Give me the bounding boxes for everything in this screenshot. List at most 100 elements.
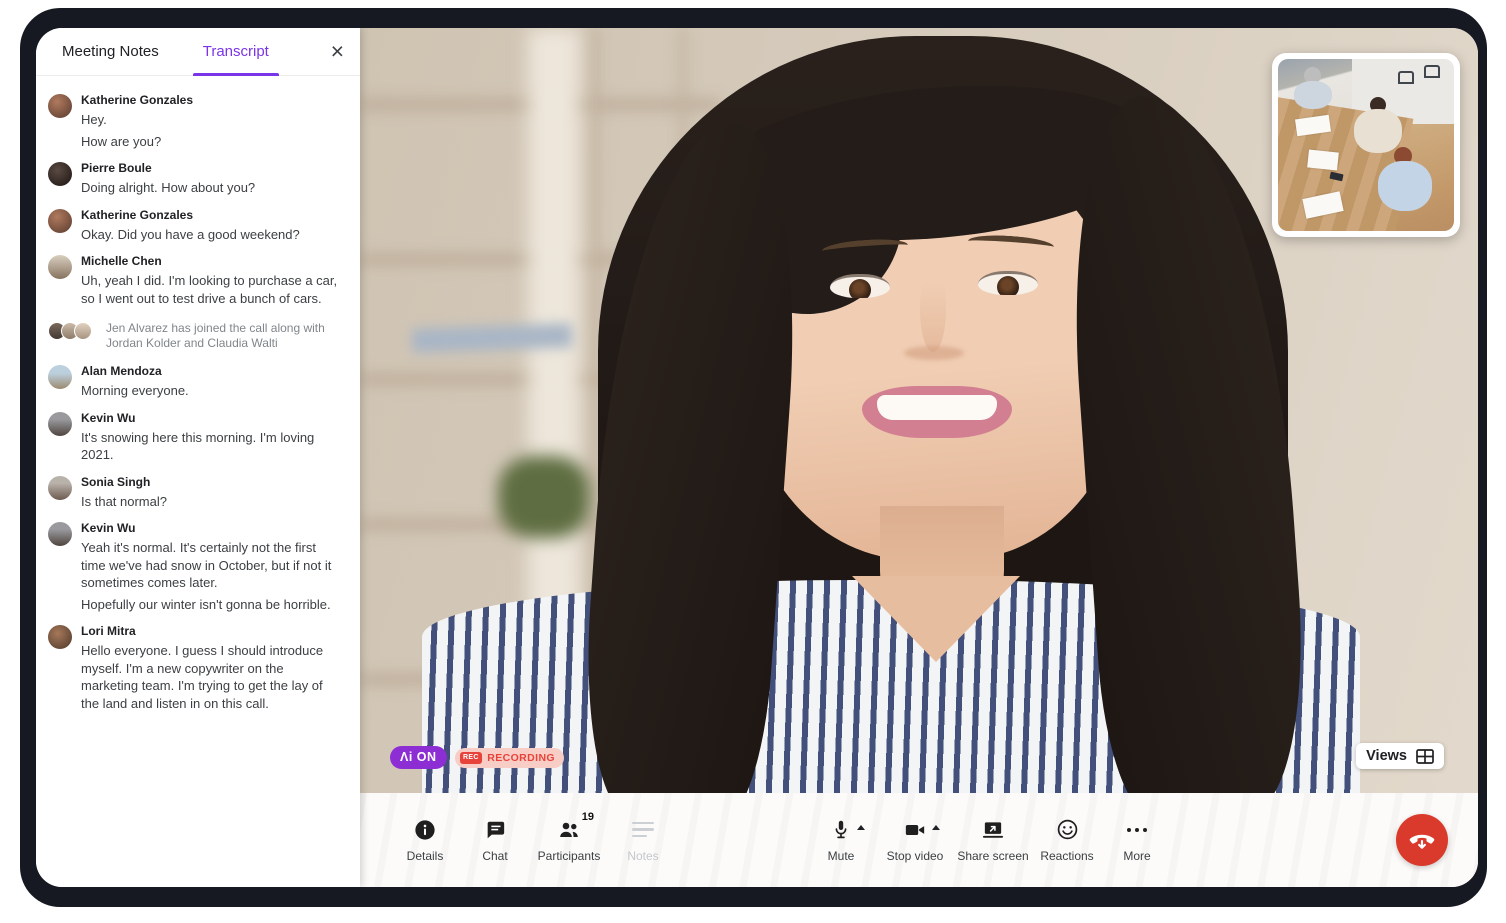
pip-person	[1354, 109, 1402, 153]
avatar	[74, 322, 92, 340]
message-text: Okay. Did you have a good weekend?	[81, 226, 344, 244]
transcript-message: Pierre Boule Doing alright. How about yo…	[36, 152, 360, 199]
transcript-message: Kevin Wu It's snowing here this morning.…	[36, 402, 360, 466]
avatar	[48, 209, 72, 233]
reactions-button[interactable]: Reactions	[1032, 818, 1102, 863]
views-label: Views	[1366, 748, 1407, 764]
message-text: Uh, yeah I did. I'm looking to purchase …	[81, 272, 344, 307]
system-message-text: Jen Alvarez has joined the call along wi…	[106, 321, 344, 351]
background-plant	[498, 456, 590, 538]
notes-icon	[632, 818, 654, 842]
speaker-name: Alan Mendoza	[81, 364, 344, 378]
microphone-icon	[830, 818, 852, 842]
close-icon[interactable]: ×	[331, 40, 344, 63]
transcript-messages[interactable]: Katherine Gonzales Hey. How are you? Pie…	[36, 76, 360, 887]
transcript-message: Lori Mitra Hello everyone. I guess I sho…	[36, 615, 360, 714]
pip-chair	[1398, 71, 1414, 84]
avatar	[48, 522, 72, 546]
transcript-message: Sonia Singh Is that normal?	[36, 466, 360, 513]
speaker-name: Kevin Wu	[81, 411, 344, 425]
speaker-name: Michelle Chen	[81, 254, 344, 268]
transcript-message: Kevin Wu Yeah it's normal. It's certainl…	[36, 512, 360, 615]
speaker-name: Lori Mitra	[81, 624, 344, 638]
meeting-screen: Meeting Notes Transcript × Katherine Gon…	[36, 28, 1478, 887]
pip-person	[1294, 81, 1332, 109]
avatar	[48, 94, 72, 118]
video-options-caret[interactable]	[932, 825, 940, 830]
stop-video-button[interactable]: Stop video	[876, 818, 954, 863]
person-mouth	[862, 386, 1012, 438]
mute-label: Mute	[828, 849, 855, 863]
avatar	[48, 162, 72, 186]
avatar	[48, 365, 72, 389]
call-toolbar: Details Chat 19 Participants	[360, 793, 1478, 887]
details-button[interactable]: Details	[390, 818, 460, 863]
pip-chair	[1424, 65, 1440, 78]
message-text: Is that normal?	[81, 493, 344, 511]
message-text: Morning everyone.	[81, 382, 344, 400]
app-window: Meeting Notes Transcript × Katherine Gon…	[20, 8, 1487, 907]
transcript-message: Katherine Gonzales Hey. How are you?	[36, 84, 360, 152]
speaker-name: Katherine Gonzales	[81, 208, 344, 222]
more-dots-icon	[1127, 818, 1147, 842]
chat-label: Chat	[482, 849, 507, 863]
person-nose	[920, 266, 946, 352]
panel-header: Meeting Notes Transcript ×	[36, 28, 360, 76]
more-button[interactable]: More	[1102, 818, 1172, 863]
joined-avatars	[48, 322, 106, 351]
avatar	[48, 625, 72, 649]
participants-icon: 19	[557, 818, 581, 842]
person-nose	[904, 346, 964, 360]
transcript-message: Katherine Gonzales Okay. Did you have a …	[36, 199, 360, 246]
video-camera-icon	[903, 818, 927, 842]
person-eye	[830, 274, 890, 298]
tab-meeting-notes[interactable]: Meeting Notes	[58, 28, 163, 76]
message-text: Yeah it's normal. It's certainly not the…	[81, 539, 344, 592]
speaker-name: Sonia Singh	[81, 475, 344, 489]
end-call-button[interactable]	[1396, 814, 1448, 866]
mute-options-caret[interactable]	[857, 825, 865, 830]
recording-badge: REC RECORDING	[455, 748, 564, 768]
message-text: It's snowing here this morning. I'm lovi…	[81, 429, 344, 464]
transcript-panel: Meeting Notes Transcript × Katherine Gon…	[36, 28, 360, 887]
avatar	[48, 476, 72, 500]
avatar	[48, 255, 72, 279]
message-text: How are you?	[81, 133, 344, 151]
avatar	[48, 412, 72, 436]
reactions-label: Reactions	[1040, 849, 1093, 863]
system-message: Jen Alvarez has joined the call along wi…	[36, 309, 360, 355]
video-badges: Λi ON REC RECORDING	[390, 746, 564, 769]
chat-button[interactable]: Chat	[460, 818, 530, 863]
info-icon	[414, 818, 436, 842]
notes-button[interactable]: Notes	[608, 818, 678, 863]
stop-video-label: Stop video	[887, 849, 944, 863]
main-video: Λi ON REC RECORDING Views	[360, 28, 1478, 793]
tab-transcript[interactable]: Transcript	[199, 28, 273, 76]
mute-button[interactable]: Mute	[806, 818, 876, 863]
pip-video[interactable]	[1272, 53, 1460, 237]
share-screen-label: Share screen	[957, 849, 1028, 863]
rec-icon: REC	[460, 752, 483, 764]
participants-button[interactable]: 19 Participants	[530, 818, 608, 863]
more-label: More	[1123, 849, 1150, 863]
transcript-message: Michelle Chen Uh, yeah I did. I'm lookin…	[36, 245, 360, 309]
participants-count: 19	[582, 811, 594, 823]
chat-icon	[484, 818, 506, 842]
notes-label: Notes	[627, 849, 658, 863]
smiley-icon	[1056, 818, 1079, 842]
share-screen-icon	[981, 818, 1005, 842]
speaker-name: Katherine Gonzales	[81, 93, 344, 107]
transcript-message: Alan Mendoza Morning everyone.	[36, 355, 360, 402]
message-text: Hello everyone. I guess I should introdu…	[81, 642, 344, 712]
ai-on-badge[interactable]: Λi ON	[390, 746, 447, 769]
details-label: Details	[407, 849, 444, 863]
pip-paper	[1307, 149, 1339, 170]
share-screen-button[interactable]: Share screen	[954, 818, 1032, 863]
person-eye	[978, 271, 1038, 295]
speaker-name: Kevin Wu	[81, 521, 344, 535]
speaker-name: Pierre Boule	[81, 161, 344, 175]
message-text: Hopefully our winter isn't gonna be horr…	[81, 596, 344, 614]
grid-view-icon	[1416, 749, 1434, 764]
views-button[interactable]: Views	[1356, 743, 1444, 769]
recording-label: RECORDING	[487, 752, 555, 764]
